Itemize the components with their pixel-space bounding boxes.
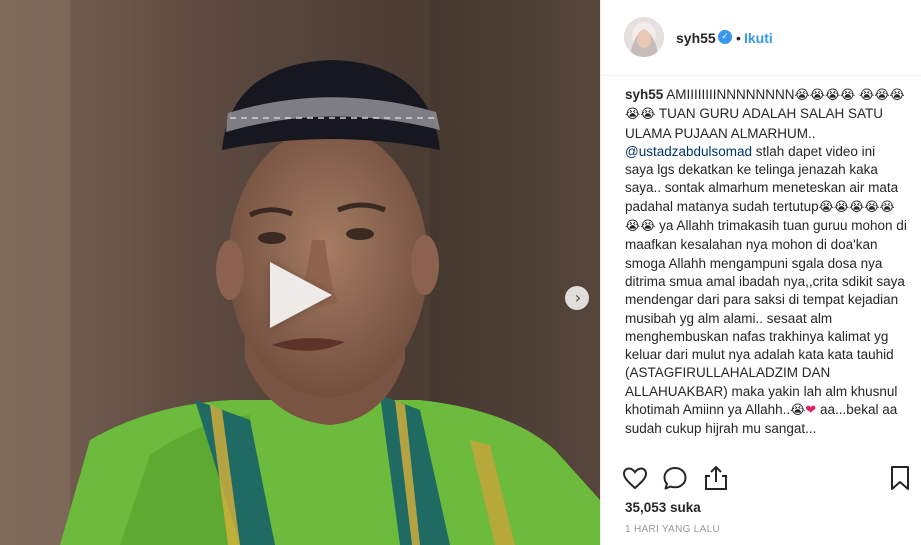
caption-mention-link[interactable]: @ustadzabdulsomad — [625, 144, 752, 159]
share-icon[interactable] — [702, 464, 730, 492]
crying-emoji-icon: 😭 — [833, 199, 850, 215]
crying-emoji-icon: 😭 — [859, 88, 875, 103]
crying-emoji-icon: 😭 — [879, 199, 895, 215]
caption-text-part5: sangat... — [764, 421, 817, 437]
verified-badge-icon: ✓ — [718, 30, 732, 44]
heart-icon[interactable] — [621, 464, 649, 492]
post-video[interactable]: › — [0, 0, 600, 545]
crying-emoji-icon: 😭 — [864, 199, 880, 215]
like-count[interactable]: 35,053 suka — [625, 500, 701, 515]
crying-emoji-icon: 😭 — [840, 88, 856, 103]
caption-text-part1b: TUAN GURU ADALAH SALAH SATU ULAMA PUJAAN… — [625, 106, 883, 141]
follow-button[interactable]: Ikuti — [744, 30, 773, 46]
post-actions — [601, 458, 921, 498]
post-panel: syh55 ✓ • Ikuti syh55 AMIIIIIIIINNNNNNNN… — [600, 0, 921, 545]
bookmark-icon[interactable] — [886, 464, 914, 492]
caption-text-part1: AMIIIIIIIINNNNNNNN — [666, 87, 795, 102]
crying-emoji-icon: 😭 — [809, 88, 825, 103]
avatar[interactable] — [624, 17, 664, 57]
chevron-right-icon: › — [574, 288, 582, 307]
post-caption: syh55 AMIIIIIIIINNNNNNNN😭😭😭😭 😭😭😭😭😭 TUAN … — [625, 86, 907, 455]
crying-emoji-icon: 😭 — [794, 88, 810, 103]
crying-emoji-icon: 😭 — [824, 88, 841, 103]
crying-emoji-icon: 😭 — [849, 199, 865, 215]
heart-emoji-icon: ❤ — [805, 403, 817, 419]
post-timestamp[interactable]: 1 HARI YANG LALU — [625, 524, 720, 535]
post-username[interactable]: syh55 — [676, 30, 716, 46]
caption-text-part3: ya Allahh trimakasih tuan guruu mohon di… — [625, 218, 907, 418]
crying-emoji-icon: 😭 — [790, 403, 806, 419]
crying-emoji-icon: 😭 — [874, 88, 890, 103]
header-separator: • — [736, 30, 741, 46]
crying-emoji-icon: 😭 — [625, 219, 641, 235]
crying-emoji-icon: 😭 — [889, 88, 905, 103]
next-media-button[interactable]: › — [565, 286, 589, 310]
crying-emoji-icon: 😭 — [625, 107, 641, 123]
crying-emoji-icon: 😭 — [818, 199, 834, 215]
post-header: syh55 ✓ • Ikuti — [601, 0, 921, 76]
caption-username[interactable]: syh55 — [625, 87, 663, 102]
crying-emoji-icon: 😭 — [640, 219, 656, 235]
crying-emoji-icon: 😭 — [640, 107, 656, 123]
play-icon[interactable] — [270, 262, 332, 328]
comment-icon[interactable] — [661, 464, 689, 492]
